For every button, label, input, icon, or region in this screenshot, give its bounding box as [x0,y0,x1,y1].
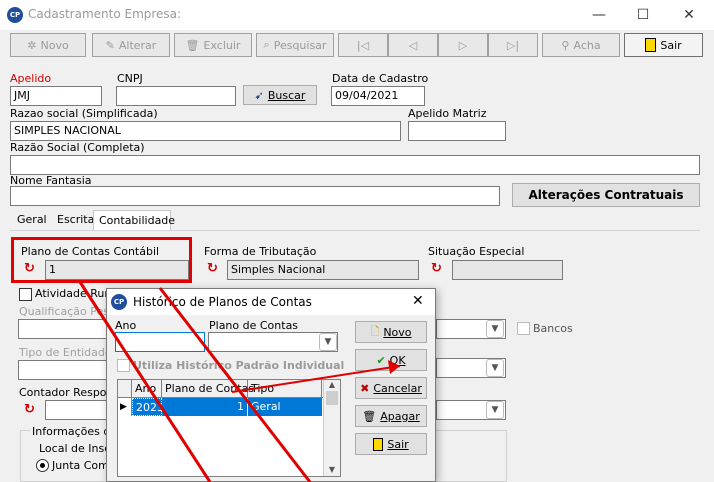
arrow-pointer [231,365,401,393]
arrow-line-left [78,281,212,482]
arrow-line-right [158,287,312,482]
arrow-head [388,360,400,374]
annotation-arrow [78,281,401,482]
